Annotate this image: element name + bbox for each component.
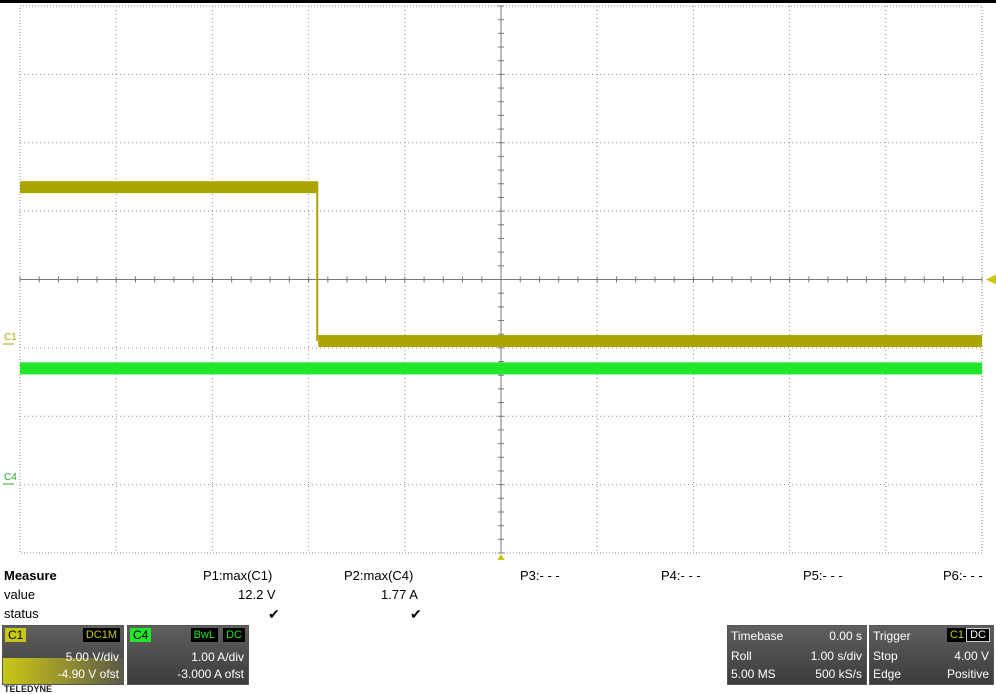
- c1-coupling-badge: DC1M: [82, 628, 120, 642]
- c4-offset: -3.000 A ofst: [177, 667, 244, 681]
- c1-offset: -4.90 V ofst: [57, 667, 119, 681]
- c1-trace-low: [318, 335, 983, 348]
- measure-status-row: status ✔ ✔: [0, 606, 996, 624]
- c4-bandwidth-badge: BwL: [190, 628, 218, 642]
- trigger-source-badge: C1: [946, 628, 967, 642]
- trigger-box[interactable]: Trigger C1 DC Stop 4.00 V Edge Positive: [869, 625, 994, 685]
- trigger-slope: Positive: [946, 667, 989, 681]
- timebase-samples: 5.00 MS: [731, 667, 776, 681]
- oscilloscope-screen[interactable]: C1 C4: [0, 0, 996, 560]
- param-p2-status-check-icon: ✔: [410, 606, 422, 622]
- c4-coupling-badge: DC: [223, 628, 245, 642]
- trigger-level: 4.00 V: [954, 649, 989, 663]
- measure-table: Measure P1:max(C1) P2:max(C4) P3:- - - P…: [0, 566, 996, 624]
- param-p1-status-check-icon: ✔: [268, 606, 280, 622]
- param-p3-name[interactable]: P3:- - -: [520, 568, 560, 583]
- value-row-label: value: [4, 587, 36, 602]
- trigger-mode: Stop: [873, 649, 898, 663]
- timebase-box[interactable]: Timebase 0.00 s Roll 1.00 s/div 5.00 MS …: [727, 625, 867, 685]
- trigger-label: Trigger: [873, 629, 911, 643]
- timebase-rate: 500 kS/s: [815, 667, 862, 681]
- c1-trace-high: [20, 181, 319, 194]
- trigger-level-icon: [986, 274, 996, 285]
- param-p2-value: 1.77 A: [381, 587, 418, 602]
- param-p5-name[interactable]: P5:- - -: [803, 568, 843, 583]
- brand-logo: TELEDYNE: [4, 684, 53, 694]
- c1-descriptor-box[interactable]: C1 DC1M 5.00 V/div -4.90 V ofst: [2, 625, 124, 685]
- measure-value-row: value 12.2 V 1.77 A: [0, 587, 996, 605]
- param-p2-name[interactable]: P2:max(C4): [344, 568, 413, 583]
- timebase-tdiv: 1.00 s/div: [810, 649, 862, 663]
- c1-vdiv: 5.00 V/div: [65, 650, 119, 664]
- c4-adiv: 1.00 A/div: [191, 650, 244, 664]
- param-p1-value: 12.2 V: [238, 587, 276, 602]
- waveform-grid[interactable]: C1 C4: [0, 0, 996, 560]
- measure-header-row: Measure P1:max(C1) P2:max(C4) P3:- - - P…: [0, 568, 996, 586]
- status-row-label: status: [4, 606, 39, 621]
- timebase-label: Timebase: [731, 629, 784, 643]
- param-p4-name[interactable]: P4:- - -: [661, 568, 701, 583]
- c4-offset-marker: C4: [4, 472, 17, 483]
- c4-descriptor-box[interactable]: C4 BwL DC 1.00 A/div -3.000 A ofst: [127, 625, 249, 685]
- measure-title[interactable]: Measure: [4, 568, 57, 583]
- trigger-position-icon: [497, 554, 505, 560]
- c4-tag: C4: [130, 628, 152, 642]
- timebase-mode: Roll: [731, 649, 752, 663]
- trigger-coupling-badge: DC: [966, 628, 990, 642]
- timebase-delay: 0.00 s: [829, 629, 862, 643]
- param-p6-name[interactable]: P6:- - -: [943, 568, 983, 583]
- c4-trace: [20, 362, 982, 375]
- trigger-type: Edge: [873, 667, 902, 681]
- param-p1-name[interactable]: P1:max(C1): [203, 568, 272, 583]
- c1-offset-marker: C1: [4, 332, 17, 343]
- c1-tag: C1: [5, 628, 27, 642]
